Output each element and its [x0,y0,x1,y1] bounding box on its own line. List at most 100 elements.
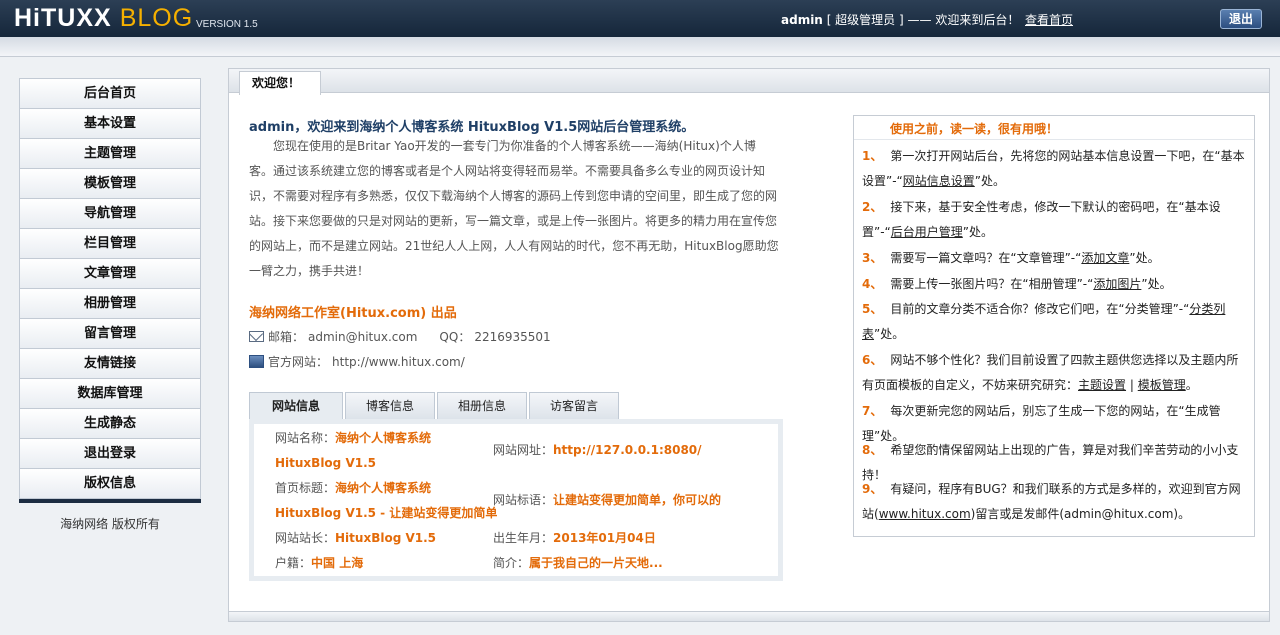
site-info-content: 网站名称：海纳个人博客系统 HituxBlog V1.5 网站网址：http:/… [254,424,778,576]
website-value[interactable]: http://www.hitux.com/ [332,355,465,369]
tip-separator: | [1129,378,1134,392]
tip-item: 2、 接下来，基于安全性考虑，修改一下默认的密码吧，在“基本设置”-“后台用户管理… [862,195,1246,245]
tip-link-site-info[interactable]: 网站信息设置 [903,174,975,188]
bio-value: 属于我自己的一片天地... [529,556,663,570]
site-name-row: 网站名称：海纳个人博客系统 [275,426,431,451]
bio-label: 简介： [493,556,530,570]
tip-link-official-site[interactable]: www.hitux.com [879,507,971,521]
hometown-value: 中国 上海 [311,556,364,570]
tip-text-end: ”处。 [874,327,905,341]
tip-link-theme-settings[interactable]: 主题设置 [1078,378,1126,392]
username: admin [781,13,823,27]
site-url-value: http://127.0.0.1:8080/ [553,443,702,457]
user-role: [ 超级管理员 ] [826,13,904,27]
sidebar-nav: 后台首页 基本设置 主题管理 模板管理 导航管理 栏目管理 文章管理 相册管理 … [19,78,201,503]
logo-accent: BLOG [119,4,194,32]
tab-blog-info[interactable]: 博客信息 [345,392,436,419]
panel-header: 欢迎您！ [229,69,1269,95]
tip-item: 3、 需要写一篇文章吗？在“文章管理”-“添加文章”处。 [862,246,1246,271]
qq-label: QQ： [439,330,471,344]
version-label: VERSION 1.5 [196,19,258,30]
site-name-row-2: HituxBlog V1.5 [275,451,376,476]
email-line: 邮箱： admin@hitux.com QQ： 2216935501 [249,328,551,345]
tip-text-end: )留言或是发邮件(admin@hitux.com)。 [970,507,1191,521]
owner-value: HituxBlog V1.5 [335,531,437,545]
slogan-value: 让建站变得更加简单，你可以的 [553,493,722,507]
tip-text-end: ”处。 [1129,251,1160,265]
view-home-link[interactable]: 查看首页 [1025,11,1073,28]
tip-item: 1、 第一次打开网站后台，先将您的网站基本信息设置一下吧，在“基本设置”-“网站信… [862,144,1246,194]
sub-header-bar [0,37,1280,57]
tip-text: 目前的文章分类不适合你？修改它们吧，在“分类管理”-“ [890,302,1190,316]
tip-number: 5、 [862,302,883,316]
owner-row: 网站站长：HituxBlog V1.5 [275,526,436,551]
logo: HiTUXX BLOG [14,4,193,33]
studio-credit: 海纳网络工作室(Hitux.com) 出品 [249,306,457,321]
tip-link-template-management[interactable]: 模板管理 [1138,378,1186,392]
tip-link-add-article[interactable]: 添加文章 [1081,251,1129,265]
tips-box: 使用之前，读一读，很有用哦！ 1、 第一次打开网站后台，先将您的网站基本信息设置一… [853,115,1255,537]
tab-site-info[interactable]: 网站信息 [249,392,344,419]
birth-value: 2013年01月04日 [553,531,656,545]
website-icon [249,355,264,368]
tips-title: 使用之前，读一读，很有用哦！ [854,116,1254,140]
home-title-row-2: HituxBlog V1.5 - 让建站变得更加简单 [275,501,497,526]
tip-text: 需要写一篇文章吗？在“文章管理”-“ [890,251,1082,265]
sidebar-item-navigation[interactable]: 导航管理 [19,198,201,228]
sidebar-item-columns[interactable]: 栏目管理 [19,228,201,258]
slogan-label: 网站标语： [493,493,554,507]
hometown-label: 户籍： [275,556,312,570]
slogan-row: 网站标语：让建站变得更加简单，你可以的 [493,488,721,513]
tip-item: 5、 目前的文章分类不适合你？修改它们吧，在“分类管理”-“分类列表”处。 [862,297,1246,347]
home-title-value: 海纳个人博客系统 [335,481,432,495]
home-title-label: 首页标题： [275,481,336,495]
qq-value: 2216935501 [474,329,551,344]
sidebar-item-links[interactable]: 友情链接 [19,348,201,378]
tip-text-end: ”处。 [974,174,1005,188]
panel-footer [229,611,1269,621]
sidebar-item-templates[interactable]: 模板管理 [19,168,201,198]
tip-text-end: ”处。 [962,225,993,239]
sidebar-item-messages[interactable]: 留言管理 [19,318,201,348]
birth-label: 出生年月： [493,531,554,545]
sidebar-item-copyright[interactable]: 版权信息 [19,468,201,498]
intro-title: admin，欢迎来到海纳个人博客系统 HituxBlog V1.5网站后台管理系… [249,120,695,135]
logout-button[interactable]: 退出 [1220,9,1262,29]
site-info-box: 网站名称：海纳个人博客系统 HituxBlog V1.5 网站网址：http:/… [249,419,783,581]
tab-guest-messages[interactable]: 访客留言 [529,392,620,419]
site-name-label: 网站名称： [275,431,336,445]
copyright-text: 海纳网络 版权所有 [60,517,160,531]
bio-row: 简介：属于我自己的一片天地... [493,551,663,576]
website-line: 官方网站： http://www.hitux.com/ [249,353,465,370]
sidebar-item-dashboard[interactable]: 后台首页 [19,78,201,108]
email-value: admin@hitux.com [308,329,418,344]
site-name-value: 海纳个人博客系统 [335,431,432,445]
tab-album-info[interactable]: 相册信息 [437,392,528,419]
tip-number: 1、 [862,149,883,163]
site-url-row: 网站网址：http://127.0.0.1:8080/ [493,438,702,463]
user-info: admin [ 超级管理员 ] —— 欢迎来到后台！ [781,11,1019,28]
tip-link-add-image[interactable]: 添加图片 [1093,277,1141,291]
sidebar-item-logout[interactable]: 退出登录 [19,438,201,468]
tip-number: 9、 [862,482,883,496]
sidebar-item-articles[interactable]: 文章管理 [19,258,201,288]
intro-text: 您现在使用的是Britar Yao开发的一套专门为你准备的个人博客系统——海纳(… [249,139,779,278]
tip-number: 2、 [862,200,883,214]
sidebar-item-albums[interactable]: 相册管理 [19,288,201,318]
sidebar-item-database[interactable]: 数据库管理 [19,378,201,408]
email-label: 邮箱： [268,330,305,344]
site-name-value-2: HituxBlog V1.5 [275,456,376,470]
site-url-label: 网站网址： [493,443,554,457]
sidebar-item-basic-settings[interactable]: 基本设置 [19,108,201,138]
home-title-value-2: HituxBlog V1.5 - 让建站变得更加简单 [275,506,498,520]
tip-item: 6、 网站不够个性化？我们目前设置了四款主题供您选择以及主题内所有页面模板的自定义… [862,348,1246,398]
mail-icon [249,331,264,342]
tip-number: 7、 [862,404,883,418]
tip-link-admin-users[interactable]: 后台用户管理 [891,225,963,239]
tab-welcome[interactable]: 欢迎您！ [239,71,321,95]
top-header: HiTUXX BLOG VERSION 1.5 admin [ 超级管理员 ] —… [0,0,1280,37]
website-label: 官方网站： [268,355,329,369]
owner-label: 网站站长： [275,531,336,545]
sidebar-item-generate-static[interactable]: 生成静态 [19,408,201,438]
sidebar-item-themes[interactable]: 主题管理 [19,138,201,168]
